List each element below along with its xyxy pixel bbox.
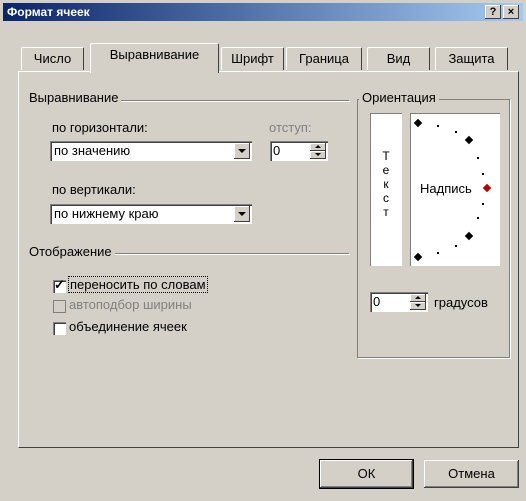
cancel-button[interactable]: Отмена [424, 460, 519, 488]
display-group-label: Отображение [26, 244, 115, 259]
vertical-select[interactable]: по нижнему краю [50, 204, 252, 224]
dial-pointer [482, 183, 492, 193]
dial-mark [464, 231, 474, 241]
orientation-group-label: Ориентация [359, 90, 439, 105]
tab-font[interactable]: Шрифт [221, 47, 284, 70]
help-button[interactable]: ? [485, 5, 501, 19]
dial-mark [413, 252, 423, 262]
tab-number[interactable]: Число [21, 47, 84, 70]
alignment-group-label: Выравнивание [26, 90, 122, 105]
dial-tick [482, 203, 484, 205]
chevron-down-icon[interactable] [234, 206, 250, 222]
tab-protection[interactable]: Защита [435, 47, 508, 70]
vertical-value: по нижнему краю [54, 206, 159, 221]
dial-tick [477, 157, 479, 159]
wrap-label[interactable]: переносить по словам [68, 276, 208, 293]
indent-value: 0 [273, 143, 281, 158]
vertical-text-letter: т [383, 205, 389, 219]
dial-tick [477, 217, 479, 219]
dial-tick [455, 245, 457, 247]
vertical-text-letter: Т [382, 149, 390, 163]
spin-down-icon[interactable] [410, 302, 426, 310]
close-button[interactable]: × [503, 5, 519, 19]
vertical-text-letter: к [383, 177, 389, 191]
dial-tick [437, 252, 439, 254]
horizontal-select[interactable]: по значению [50, 141, 252, 161]
vertical-label: по вертикали: [52, 182, 136, 197]
dial-tick [455, 131, 457, 133]
vertical-text-box[interactable]: Т е к с т [370, 113, 402, 266]
inscription-text: Надпись [420, 181, 472, 196]
autofit-checkbox [53, 300, 66, 313]
dial-mark [413, 118, 423, 128]
indent-label: отступ: [269, 120, 312, 135]
dialog-title: Формат ячеек [7, 5, 90, 19]
degrees-label: градусов [434, 295, 488, 310]
merge-label[interactable]: объединение ячеек [69, 319, 187, 334]
dial-mark [464, 135, 474, 145]
degrees-value: 0 [373, 294, 381, 309]
vertical-text: Т е к с т [381, 149, 391, 219]
dial-tick [437, 125, 439, 127]
indent-spinner[interactable]: 0 [270, 141, 328, 161]
format-cells-dialog: Формат ячеек ? × Число Выравнивание Шриф… [0, 0, 526, 501]
tab-border[interactable]: Граница [286, 47, 362, 70]
title-bar: Формат ячеек ? × [3, 3, 523, 21]
chevron-down-icon[interactable] [234, 143, 250, 159]
vertical-text-letter: с [383, 191, 389, 205]
degrees-spinner[interactable]: 0 [370, 292, 428, 312]
orientation-dial[interactable]: Надпись [410, 113, 500, 266]
spin-up-icon[interactable] [410, 294, 426, 302]
merge-checkbox[interactable] [53, 322, 66, 335]
spin-up-icon[interactable] [310, 143, 326, 151]
autofit-label: автоподбор ширины [69, 297, 192, 312]
wrap-checkbox[interactable] [53, 277, 66, 293]
tab-alignment[interactable]: Выравнивание [90, 43, 219, 73]
spin-down-icon[interactable] [310, 151, 326, 159]
tab-view[interactable]: Вид [367, 47, 430, 70]
vertical-text-letter: е [382, 163, 390, 177]
ok-button[interactable]: ОК [319, 459, 414, 489]
dial-tick [482, 173, 484, 175]
horizontal-label: по горизонтали: [52, 120, 148, 135]
horizontal-value: по значению [54, 143, 131, 158]
